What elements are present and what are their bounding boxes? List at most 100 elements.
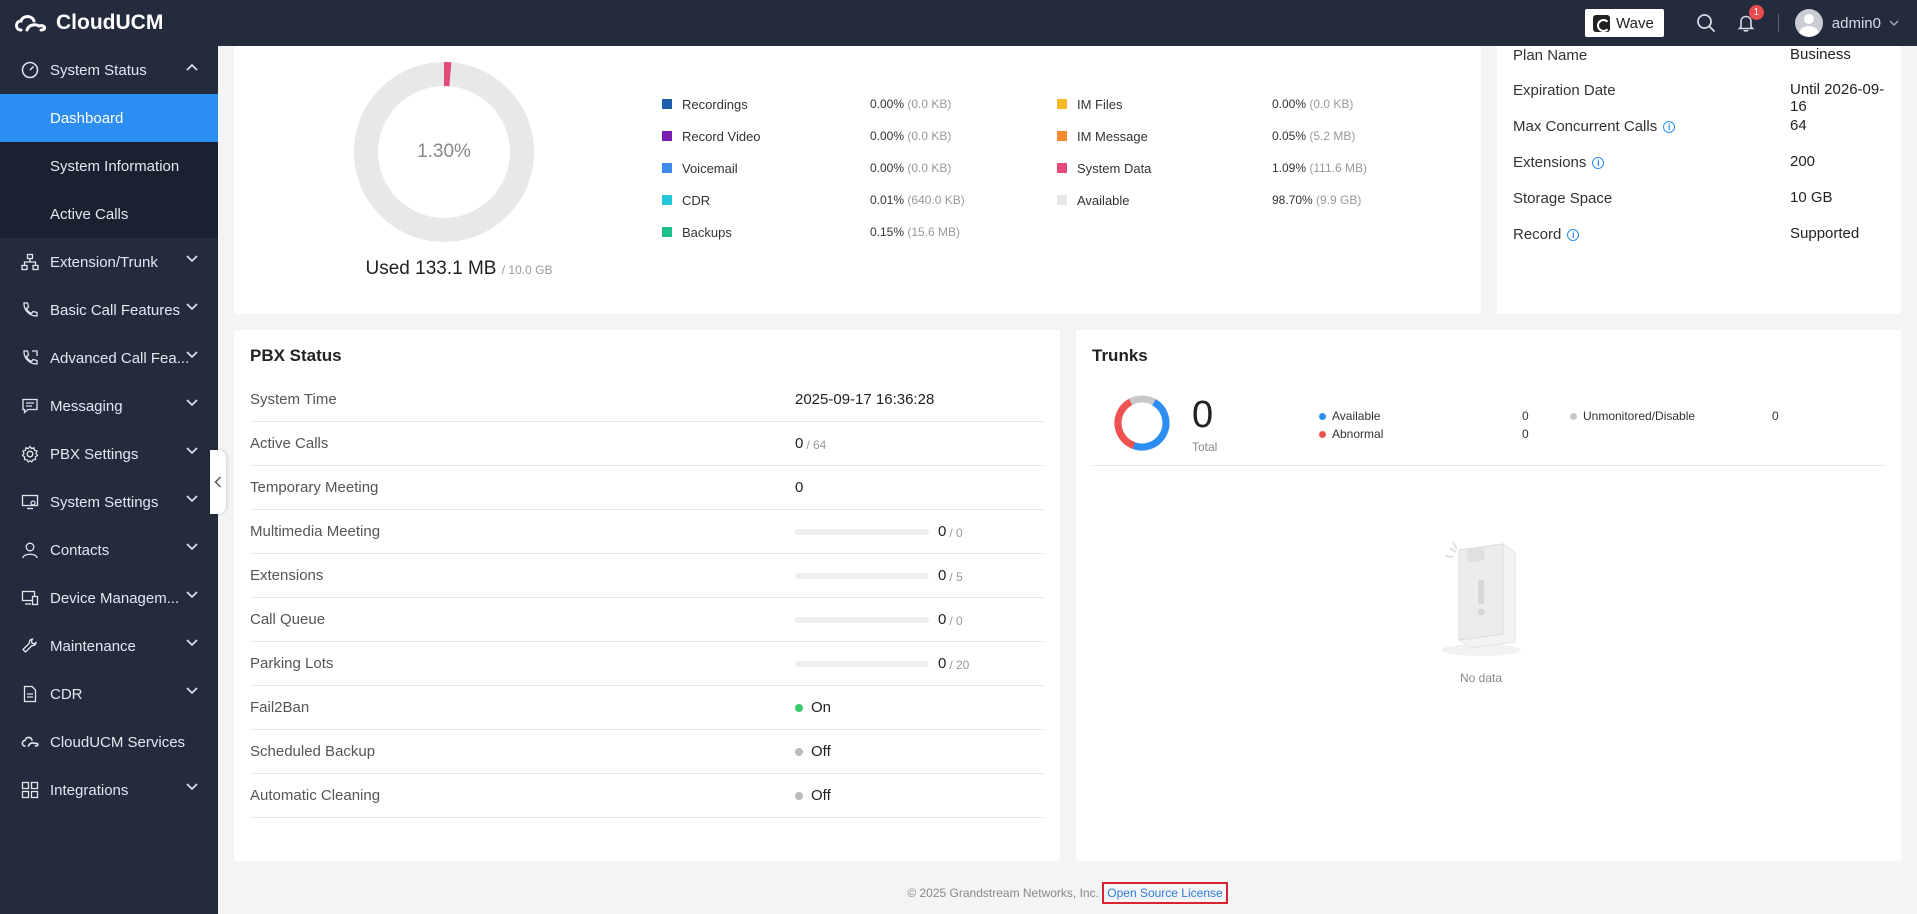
- sidebar-item-label: Messaging: [50, 397, 123, 415]
- legend-trunk-abnormal: Abnormal: [1319, 427, 1383, 441]
- no-data-text: No data: [1459, 671, 1503, 685]
- status-dot: [795, 791, 803, 800]
- sidebar-sub-system-information[interactable]: System Information: [0, 142, 218, 190]
- chevron-down-icon: [186, 447, 198, 455]
- plan-key-wrap: Record i: [1513, 226, 1580, 243]
- plan-value: Business: [1790, 46, 1851, 63]
- pbx-row-system-time: System Time 2025-09-17 16:36:28: [250, 378, 1044, 422]
- pbx-value: 0: [795, 479, 803, 496]
- plan-key: Plan Name: [1513, 47, 1588, 64]
- plan-row-storage: Storage Space 10 GB: [1513, 189, 1893, 213]
- legend-size: (15.6 MB): [907, 225, 961, 239]
- open-source-license-link[interactable]: Open Source License: [1102, 882, 1228, 904]
- monitor-settings-icon: [20, 492, 40, 512]
- username: admin0: [1831, 14, 1881, 32]
- info-icon[interactable]: i: [1592, 156, 1605, 169]
- legend-pct: 1.09%: [1272, 161, 1307, 175]
- cloud-icon: [20, 732, 40, 752]
- legend-label: Record Video: [682, 128, 761, 144]
- legend-available: Available: [1057, 191, 1130, 209]
- pbx-key: Multimedia Meeting: [250, 523, 381, 540]
- legend-value: 0.00% (0.0 KB): [870, 127, 951, 145]
- pbx-value: 0/ 64: [795, 435, 826, 452]
- legend-size: (0.0 KB): [907, 129, 952, 143]
- plan-key: Extensions: [1513, 154, 1587, 171]
- legend-pct: 0.15%: [870, 225, 905, 239]
- sidebar-item-label: Advanced Call Fea...: [50, 349, 190, 367]
- info-icon[interactable]: i: [1663, 120, 1676, 133]
- legend-label: IM Files: [1077, 96, 1123, 112]
- sidebar-item-system-settings[interactable]: System Settings: [0, 478, 218, 526]
- pbx-value-text: 0: [938, 655, 947, 672]
- sidebar-item-cdr[interactable]: CDR: [0, 670, 218, 718]
- pbx-row-parking-lots: Parking Lots 0/ 20: [250, 642, 1044, 686]
- search-icon[interactable]: [1694, 11, 1718, 35]
- sidebar-item-clouducm-services[interactable]: CloudUCM Services: [0, 718, 218, 766]
- legend-swatch: [1057, 99, 1067, 109]
- legend-system-data: System Data: [1057, 159, 1151, 177]
- sidebar-item-pbx-settings[interactable]: PBX Settings: [0, 430, 218, 478]
- legend-pct: 98.70%: [1272, 193, 1313, 207]
- sidebar-item-device-management[interactable]: Device Managem...: [0, 574, 218, 622]
- info-icon[interactable]: i: [1567, 228, 1580, 241]
- sidebar-item-maintenance[interactable]: Maintenance: [0, 622, 218, 670]
- plan-row-expiration: Expiration Date Until 2026-09-16: [1513, 81, 1893, 115]
- sidebar-item-advanced-call-features[interactable]: Advanced Call Fea...: [0, 334, 218, 382]
- notification-bell-icon[interactable]: 1: [1734, 5, 1764, 35]
- trunks-title: Trunks: [1092, 346, 1148, 365]
- sidebar-item-integrations[interactable]: Integrations: [0, 766, 218, 814]
- wrench-icon: [20, 636, 40, 656]
- footer: © 2025 Grandstream Networks, Inc. Open S…: [218, 882, 1917, 904]
- pbx-value: 0/ 0: [795, 523, 963, 540]
- app-logo[interactable]: CloudUCM: [0, 11, 163, 35]
- pbx-value-limit: / 20: [949, 657, 970, 672]
- empty-box-icon: [1441, 541, 1521, 656]
- pbx-row-multimedia-meeting: Multimedia Meeting 0/ 0: [250, 510, 1044, 554]
- legend-label: IM Message: [1077, 128, 1148, 144]
- pbx-value-text: 0: [938, 567, 947, 584]
- legend-swatch: [662, 163, 672, 173]
- pbx-value-text: On: [811, 699, 832, 716]
- chevron-down-icon: [186, 255, 198, 263]
- sidebar-item-system-status[interactable]: System Status: [0, 46, 218, 94]
- wave-button[interactable]: Wave: [1585, 9, 1664, 37]
- wave-icon: [1593, 14, 1610, 32]
- sidebar-sub-dashboard[interactable]: Dashboard: [0, 94, 218, 142]
- sidebar-item-label: Maintenance: [50, 637, 136, 655]
- pbx-key: Fail2Ban: [250, 699, 310, 716]
- sidebar-item-extension-trunk[interactable]: Extension/Trunk: [0, 238, 218, 286]
- storage-used: Used 133.1 MB / 10.0 GB: [354, 258, 564, 280]
- legend-pct: 0.05%: [1272, 129, 1307, 143]
- devices-icon: [20, 588, 40, 608]
- sidebar-sub-active-calls[interactable]: Active Calls: [0, 190, 218, 238]
- legend-value: 0.05% (5.2 MB): [1272, 127, 1355, 145]
- pbx-status-title: PBX Status: [250, 346, 342, 365]
- sidebar-item-label: System Status: [50, 61, 147, 79]
- sidebar-item-contacts[interactable]: Contacts: [0, 526, 218, 574]
- phone-forward-icon: [20, 348, 40, 368]
- sidebar-collapse-toggle[interactable]: [210, 450, 226, 514]
- phone-icon: [20, 300, 40, 320]
- sidebar-item-messaging[interactable]: Messaging: [0, 382, 218, 430]
- app-title: CloudUCM: [56, 11, 164, 34]
- plan-value: 200: [1790, 153, 1816, 170]
- pbx-row-automatic-cleaning: Automatic Cleaning Off: [250, 774, 1044, 818]
- sidebar-item-basic-call-features[interactable]: Basic Call Features: [0, 286, 218, 334]
- legend-swatch: [1057, 131, 1067, 141]
- plan-key-wrap: Max Concurrent Calls i: [1513, 118, 1676, 135]
- legend-value: 0.01% (640.0 KB): [870, 191, 965, 209]
- legend-voicemail: Voicemail: [662, 159, 738, 177]
- pbx-key: Parking Lots: [250, 655, 334, 672]
- pbx-value-limit: / 0: [949, 613, 963, 628]
- plan-key: Storage Space: [1513, 190, 1613, 207]
- message-icon: [20, 396, 40, 416]
- plan-key: Max Concurrent Calls: [1513, 118, 1658, 135]
- trunks-donut: [1114, 395, 1170, 451]
- user-menu[interactable]: admin0: [1794, 9, 1899, 37]
- pbx-value: 0/ 0: [795, 611, 963, 628]
- legend-size: (9.9 GB): [1316, 193, 1362, 207]
- pbx-value-text: 0: [938, 611, 947, 628]
- legend-label: CDR: [682, 192, 711, 208]
- legend-trunk-unmonitored: Unmonitored/Disable: [1570, 409, 1695, 423]
- plan-card: Plan Name Business Expiration Date Until…: [1497, 46, 1901, 314]
